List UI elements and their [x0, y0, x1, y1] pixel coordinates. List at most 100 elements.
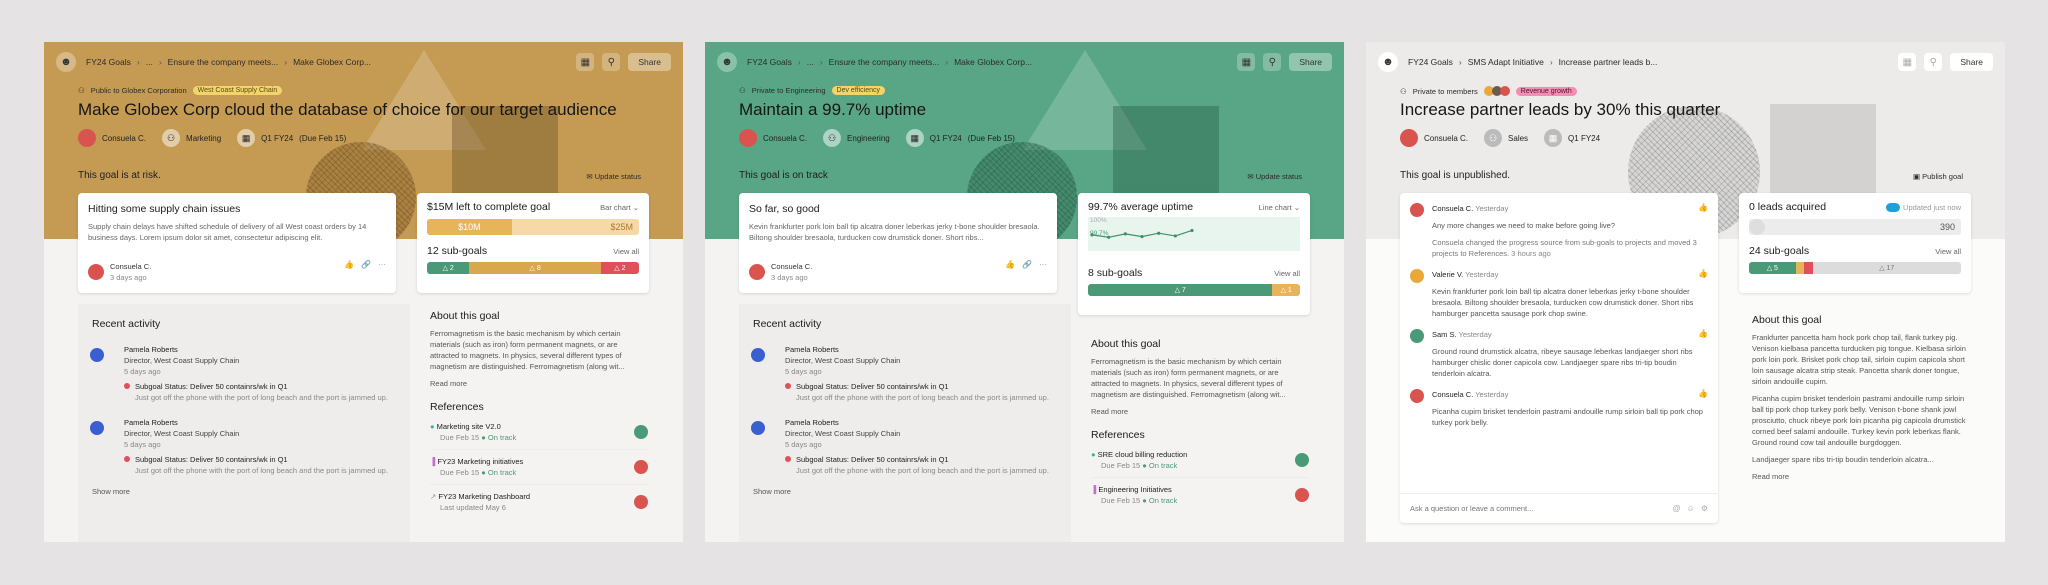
show-more-link[interactable]: Show more — [92, 486, 402, 497]
link-icon[interactable]: 🔗 — [361, 260, 371, 269]
goal-meta: Consuela C. ⚇ Engineering ▦ Q1 FY24 (Due Fe… — [739, 129, 1015, 147]
activity-item[interactable]: Pamela Roberts Director, West Coast Supp… — [751, 417, 1063, 476]
activity-role: Director, West Coast Supply Chain — [785, 429, 901, 438]
share-button[interactable]: Share — [1950, 53, 1993, 71]
emoji-icon[interactable]: ☺ — [1687, 504, 1695, 513]
breadcrumb-item[interactable]: Ensure the company meets... — [168, 57, 279, 67]
breadcrumb-item[interactable]: ... — [146, 57, 153, 67]
read-more-link[interactable]: Read more — [1752, 471, 1970, 482]
settings-icon[interactable]: ⚙ — [1701, 504, 1708, 513]
tag-badge[interactable]: West Coast Supply Chain — [192, 86, 283, 95]
show-more-link[interactable]: Show more — [753, 486, 1063, 497]
update-card[interactable]: So far, so good Kevin frankfurter pork l… — [739, 193, 1057, 293]
tag-badge[interactable]: Revenue growth — [1515, 86, 1577, 96]
team-name[interactable]: Marketing — [186, 134, 221, 143]
subgoal-segment — [1795, 262, 1805, 274]
view-all-link[interactable]: View all — [1274, 268, 1300, 279]
update-status-button[interactable]: ✉ Update status — [1247, 172, 1302, 181]
on-track-dot: ● — [481, 433, 486, 442]
search-icon[interactable]: ⚲ — [602, 53, 621, 71]
layout-icon[interactable]: ▦ — [576, 53, 595, 71]
breadcrumb-item[interactable]: FY24 Goals — [747, 57, 792, 67]
references-title: References — [430, 401, 484, 413]
reference-state: On track — [1148, 496, 1178, 505]
comment: Consuela C. Yesterday 👍 Picanha cupim br… — [1410, 389, 1708, 428]
period-label[interactable]: Q1 FY24 — [1568, 134, 1600, 143]
activity-name: Pamela Roberts — [785, 418, 839, 427]
chat-icon: ✉ — [586, 172, 593, 181]
reference-item[interactable]: ▐ Engineering Initiatives Due Feb 15 ● O… — [1091, 478, 1309, 512]
about-body: Ferromagnetism is the basic mechanism by… — [430, 329, 625, 371]
breadcrumb-item[interactable]: FY24 Goals — [86, 57, 131, 67]
chart-type-dropdown[interactable]: Line chart ⌄ — [1259, 202, 1300, 213]
like-icon[interactable]: 👍 — [1698, 329, 1708, 338]
reference-item[interactable]: ● SRE cloud billing reduction Due Feb 15… — [1091, 443, 1309, 478]
recent-activity: Recent activity Pamela Roberts Director,… — [90, 318, 402, 497]
member-avatars — [1483, 86, 1510, 96]
subgoal-segment: △ 2 — [600, 262, 639, 274]
breadcrumb-item[interactable]: Ensure the company meets... — [829, 57, 940, 67]
like-icon[interactable]: 👍 — [344, 260, 354, 269]
update-status-button[interactable]: ✉ Update status — [586, 172, 641, 181]
owner-name[interactable]: Consuela C. — [102, 134, 146, 143]
link-icon[interactable]: 🔗 — [1022, 260, 1032, 269]
like-icon[interactable]: 👍 — [1005, 260, 1015, 269]
owner-name[interactable]: Consuela C. — [1424, 134, 1468, 143]
reference-item[interactable]: ● Marketing site V2.0 Due Feb 15 ● On tr… — [430, 415, 648, 450]
privacy-label[interactable]: Private to members — [1413, 87, 1478, 96]
breadcrumb-item[interactable]: SMS Adapt Initiative — [1468, 57, 1544, 67]
portfolio-icon: ▐ — [430, 457, 436, 466]
breadcrumb-item[interactable]: Make Globex Corp... — [954, 57, 1032, 67]
status-dot — [124, 383, 130, 389]
people-icon: ⚇ — [1400, 86, 1407, 96]
like-icon[interactable]: 👍 — [1698, 389, 1708, 398]
activity-item[interactable]: Pamela Roberts Director, West Coast Supp… — [90, 344, 402, 403]
more-icon[interactable]: ⋯ — [1039, 260, 1047, 269]
activity-item[interactable]: Pamela Roberts Director, West Coast Supp… — [751, 344, 1063, 403]
search-icon[interactable]: ⚲ — [1924, 53, 1943, 71]
references-list: ● Marketing site V2.0 Due Feb 15 ● On tr… — [430, 415, 648, 519]
reference-name: Engineering Initiatives — [1098, 485, 1172, 494]
reference-item[interactable]: ▐ FY23 Marketing initiatives Due Feb 15 … — [430, 450, 648, 485]
read-more-link[interactable]: Read more — [1091, 406, 1309, 417]
view-all-link[interactable]: View all — [1935, 246, 1961, 257]
comment: Consuela C. Yesterday 👍 Any more changes… — [1410, 203, 1708, 259]
comment-body: Any more changes we need to make before … — [1432, 221, 1616, 230]
share-button[interactable]: Share — [628, 53, 671, 71]
user-icon[interactable]: ☻ — [56, 52, 76, 72]
breadcrumb-item[interactable]: FY24 Goals — [1408, 57, 1453, 67]
update-card[interactable]: Hitting some supply chain issues Supply … — [78, 193, 396, 293]
breadcrumb-item[interactable]: Make Globex Corp... — [293, 57, 371, 67]
layout-icon[interactable]: ▦ — [1237, 53, 1256, 71]
tag-badge[interactable]: Dev efficiency — [831, 86, 885, 95]
privacy-label[interactable]: Public to Globex Corporation — [91, 86, 187, 95]
team-name[interactable]: Engineering — [847, 134, 890, 143]
team-name[interactable]: Sales — [1508, 134, 1528, 143]
mention-icon[interactable]: @ — [1673, 504, 1681, 513]
activity-item[interactable]: Pamela Roberts Director, West Coast Supp… — [90, 417, 402, 476]
privacy-label[interactable]: Private to Engineering — [752, 86, 826, 95]
project-icon: ● — [430, 422, 435, 431]
breadcrumb-item[interactable]: Increase partner leads b... — [1559, 57, 1658, 67]
share-button[interactable]: Share — [1289, 53, 1332, 71]
read-more-link[interactable]: Read more — [430, 378, 648, 389]
owner-name[interactable]: Consuela C. — [763, 134, 807, 143]
user-icon[interactable]: ☻ — [717, 52, 737, 72]
reference-item[interactable]: ↗ FY23 Marketing Dashboard Last updated … — [430, 485, 648, 519]
like-icon[interactable]: 👍 — [1698, 269, 1708, 278]
more-icon[interactable]: ⋯ — [378, 260, 386, 269]
comment: Sam S. Yesterday 👍 Ground round drumstic… — [1410, 329, 1708, 379]
like-icon[interactable]: 👍 — [1698, 203, 1708, 212]
chart-type-dropdown[interactable]: Bar chart ⌄ — [600, 202, 639, 213]
period-label[interactable]: Q1 FY24 — [930, 134, 962, 143]
publish-goal-button[interactable]: ▣ Publish goal — [1913, 172, 1963, 181]
owner-avatar — [1400, 129, 1418, 147]
user-icon[interactable]: ☻ — [1378, 52, 1398, 72]
period-label[interactable]: Q1 FY24 — [261, 134, 293, 143]
view-all-link[interactable]: View all — [613, 246, 639, 257]
activity-time: 5 days ago — [785, 367, 822, 376]
search-icon[interactable]: ⚲ — [1263, 53, 1282, 71]
layout-icon[interactable]: ▦ — [1898, 53, 1917, 71]
comment-input[interactable] — [1410, 504, 1667, 513]
breadcrumb-item[interactable]: ... — [807, 57, 814, 67]
